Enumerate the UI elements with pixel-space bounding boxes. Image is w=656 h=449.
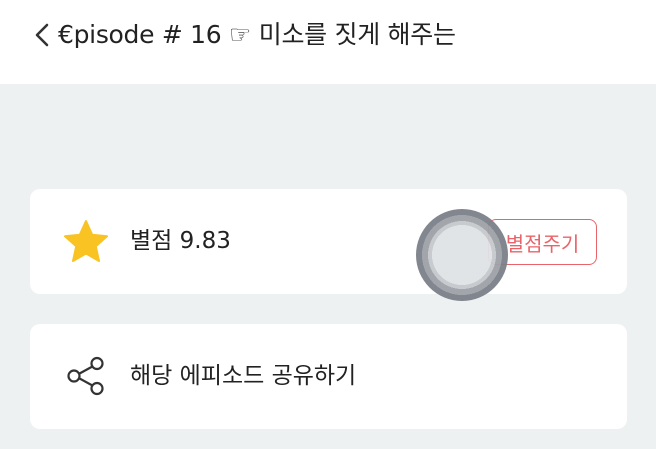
share-episode-label: 해당 에피소드 공유하기 bbox=[130, 363, 357, 389]
back-button[interactable] bbox=[30, 20, 54, 50]
share-icon bbox=[67, 356, 104, 396]
star-icon bbox=[64, 220, 108, 262]
rating-score: 별점 9.83 bbox=[130, 228, 231, 254]
chevron-left-icon bbox=[35, 23, 49, 47]
share-card[interactable]: 해당 에피소드 공유하기 bbox=[30, 324, 627, 429]
rate-episode-button[interactable]: 별점주기 bbox=[488, 219, 597, 265]
episode-title: €pisode # 16 ☞ 미소를 짓게 해주는 bbox=[58, 20, 456, 49]
top-bar: €pisode # 16 ☞ 미소를 짓게 해주는 bbox=[0, 0, 656, 84]
rating-card: 별점 9.83 별점주기 bbox=[30, 189, 627, 294]
